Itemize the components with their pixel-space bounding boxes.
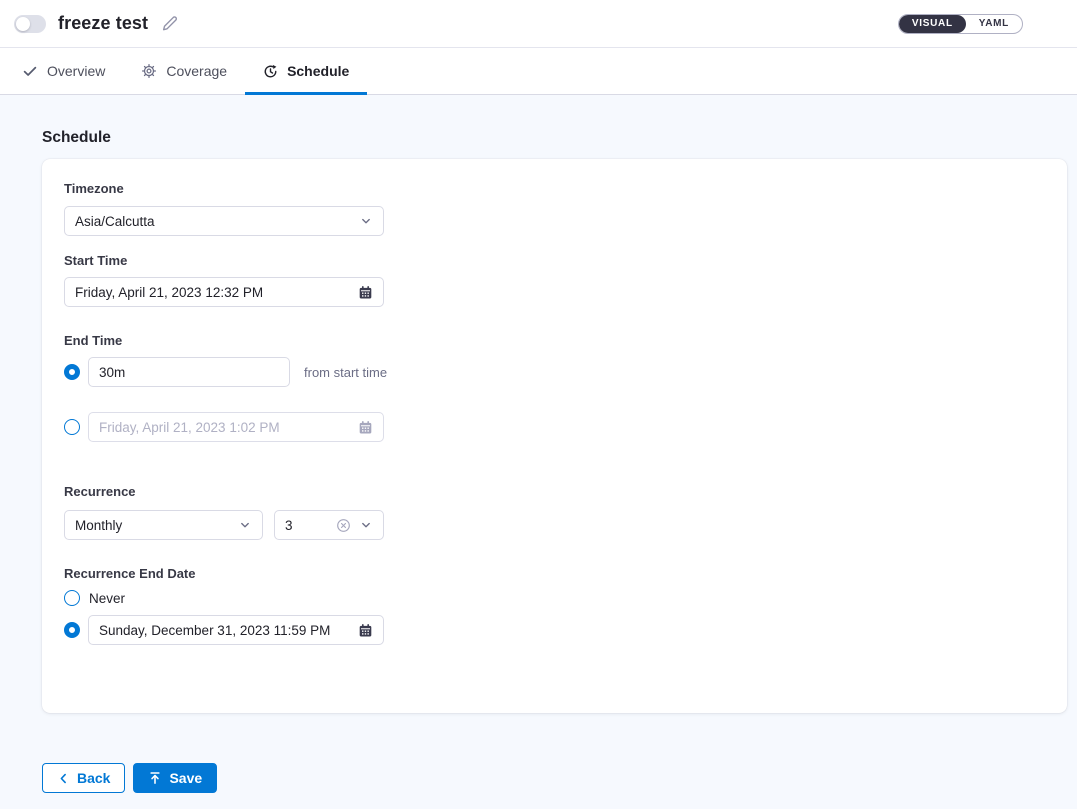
end-time-date-input[interactable]: Friday, April 21, 2023 1:02 PM [88,412,384,442]
recurring-clock-icon [263,64,278,79]
back-button[interactable]: Back [42,763,125,793]
schedule-form-card: Timezone Asia/Calcutta Start Time Friday… [42,159,1067,713]
recurrence-never-radio[interactable] [64,590,80,606]
tab-overview[interactable]: Overview [8,48,123,94]
end-time-group: End Time 30m from start time Friday, Apr… [64,333,1045,442]
recurrence-row: Monthly 3 [64,510,1045,540]
recurrence-end-date-radio[interactable] [64,622,80,638]
calendar-icon[interactable] [358,623,373,638]
check-icon [22,63,38,79]
yaml-mode-button[interactable]: YAML [966,15,1022,33]
recurrence-label: Recurrence [64,484,1045,500]
timezone-select[interactable]: Asia/Calcutta [64,206,384,236]
end-time-date-radio[interactable] [64,419,80,435]
start-time-value: Friday, April 21, 2023 12:32 PM [75,285,350,300]
chevron-down-icon [238,518,252,532]
start-time-label: Start Time [64,253,1045,269]
recurrence-type-value: Monthly [75,518,230,533]
freeze-studio-window: freeze test VISUAL YAML Overview Coverag… [0,0,1077,809]
back-button-label: Back [77,770,110,786]
from-start-time-note: from start time [304,365,387,380]
tab-overview-label: Overview [47,63,105,79]
schedule-panel: Schedule Timezone Asia/Calcutta Start Ti… [0,95,1077,809]
chevron-left-icon [57,772,70,785]
gear-icon [141,63,157,79]
toggle-knob [16,17,30,31]
end-time-date-value: Friday, April 21, 2023 1:02 PM [99,420,350,435]
start-time-group: Start Time Friday, April 21, 2023 12:32 … [64,253,1045,307]
tab-bar: Overview Coverage Schedule [0,48,1077,95]
section-title: Schedule [42,129,1067,147]
recurrence-end-date-row: Sunday, December 31, 2023 11:59 PM [64,615,1045,645]
timezone-label: Timezone [64,181,1045,197]
chevron-down-icon [359,518,373,532]
upload-icon [148,771,162,785]
save-button-label: Save [169,770,202,786]
tab-coverage-label: Coverage [166,63,227,79]
tab-schedule[interactable]: Schedule [245,48,367,94]
recurrence-type-select[interactable]: Monthly [64,510,263,540]
calendar-icon [358,420,373,435]
visual-mode-button[interactable]: VISUAL [899,15,966,33]
recurrence-end-group: Recurrence End Date Never Sunday, Decemb… [64,566,1045,645]
recurrence-never-row: Never [64,590,1045,606]
recurrence-group: Recurrence Monthly 3 [64,484,1045,540]
recurrence-interval-select[interactable]: 3 [274,510,384,540]
edit-icon[interactable] [161,15,178,32]
calendar-icon[interactable] [358,285,373,300]
tab-coverage[interactable]: Coverage [123,48,245,94]
recurrence-end-date-input[interactable]: Sunday, December 31, 2023 11:59 PM [88,615,384,645]
timezone-value: Asia/Calcutta [75,214,351,229]
recurrence-end-label: Recurrence End Date [64,566,1045,582]
recurrence-end-date-value: Sunday, December 31, 2023 11:59 PM [99,623,350,638]
end-time-label: End Time [64,333,1045,349]
freeze-enabled-toggle[interactable] [14,15,46,33]
end-time-duration-value: 30m [99,365,279,380]
start-time-input[interactable]: Friday, April 21, 2023 12:32 PM [64,277,384,307]
header: freeze test VISUAL YAML [0,0,1077,48]
visual-yaml-switch: VISUAL YAML [898,14,1023,34]
save-button[interactable]: Save [133,763,217,793]
end-time-duration-row: 30m from start time [64,357,1045,387]
end-time-date-row: Friday, April 21, 2023 1:02 PM [64,412,1045,442]
clear-icon[interactable] [336,518,351,533]
recurrence-interval-value: 3 [285,518,330,533]
tab-schedule-label: Schedule [287,63,349,79]
recurrence-never-label: Never [89,591,125,606]
footer-actions: Back Save [42,763,1067,793]
page-title: freeze test [58,13,148,34]
end-time-duration-input[interactable]: 30m [88,357,290,387]
timezone-group: Timezone Asia/Calcutta [64,181,1045,236]
chevron-down-icon [359,214,373,228]
end-time-duration-radio[interactable] [64,364,80,380]
